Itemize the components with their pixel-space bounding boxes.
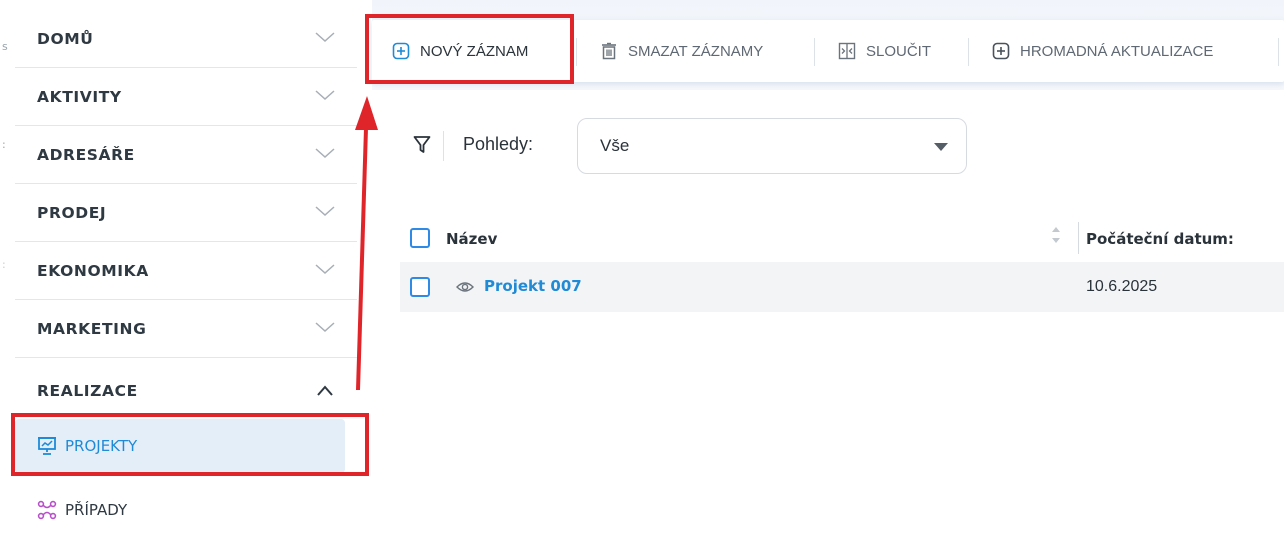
svg-text::: : — [2, 138, 6, 151]
merge-label: SLOUČIT — [866, 42, 932, 60]
new-record-label: NOVÝ ZÁZNAM — [420, 42, 529, 60]
chevron-down-icon — [315, 146, 335, 160]
sidebar-item-label: MARKETING — [37, 320, 147, 338]
sidebar-subitem-pripady[interactable]: PŘÍPADY — [15, 483, 345, 534]
sidebar-item-label: PRODEJ — [37, 204, 107, 222]
sidebar-item-prodej[interactable]: PRODEJ — [15, 184, 357, 242]
sidebar-item-label: AKTIVITY — [37, 88, 122, 106]
sidebar-subitem-label: PŘÍPADY — [65, 501, 128, 519]
sidebar-item-adresare[interactable]: ADRESÁŘE — [15, 126, 357, 184]
views-label: Pohledy: — [463, 134, 534, 154]
chevron-up-icon — [315, 384, 335, 398]
delete-records-button[interactable]: SMAZAT ZÁZNAMY — [600, 20, 763, 82]
delete-records-label: SMAZAT ZÁZNAMY — [628, 42, 764, 60]
views-select[interactable]: Vše — [577, 118, 967, 174]
column-header-name[interactable]: Název — [446, 230, 497, 248]
sidebar-item-realizace[interactable]: REALIZACE — [15, 362, 357, 420]
caret-down-icon — [934, 143, 948, 151]
toolbar: NOVÝ ZÁZNAM SMAZAT ZÁZNAMY SLOUČIT HROMA… — [372, 20, 1284, 82]
views-selected-value: Vše — [600, 136, 630, 155]
plus-square-icon — [992, 42, 1010, 60]
toolbar-divider — [814, 38, 815, 66]
bulk-update-button[interactable]: HROMADNÁ AKTUALIZACE — [992, 20, 1213, 82]
presentation-icon — [37, 436, 57, 456]
sidebar-item-label: DOMŮ — [37, 30, 94, 48]
toolbar-divider — [576, 38, 577, 66]
sidebar-item-aktivity[interactable]: AKTIVITY — [15, 68, 357, 126]
record-start-date: 10.6.2025 — [1086, 278, 1158, 295]
plus-square-icon — [392, 42, 410, 60]
select-all-checkbox[interactable] — [410, 228, 430, 248]
trash-icon — [602, 42, 616, 60]
sort-icon[interactable] — [1050, 224, 1062, 246]
chevron-down-icon — [315, 262, 335, 276]
sidebar-subitem-projekty[interactable]: PROJEKTY — [15, 419, 345, 473]
network-icon — [37, 500, 57, 520]
merge-icon — [838, 42, 856, 60]
sidebar-item-domu[interactable]: DOMŮ — [15, 10, 357, 68]
background-fragment: s : : — [2, 40, 8, 271]
chevron-down-icon — [315, 320, 335, 334]
column-divider — [1078, 222, 1079, 254]
sidebar-subitem-label: PROJEKTY — [65, 437, 138, 455]
merge-button[interactable]: SLOUČIT — [838, 20, 931, 82]
eye-icon[interactable] — [456, 279, 474, 295]
sidebar-item-ekonomika[interactable]: EKONOMIKA — [15, 242, 357, 300]
main-panel: NOVÝ ZÁZNAM SMAZAT ZÁZNAMY SLOUČIT HROMA… — [372, 0, 1284, 534]
sidebar-item-label: REALIZACE — [37, 382, 138, 400]
svg-text::: : — [2, 258, 6, 271]
svg-text:s: s — [2, 40, 8, 53]
filter-divider — [443, 131, 444, 161]
new-record-button[interactable]: NOVÝ ZÁZNAM — [392, 20, 528, 82]
row-checkbox[interactable] — [410, 277, 430, 297]
column-header-start-date[interactable]: Počáteční datum: — [1086, 230, 1234, 248]
sidebar-item-label: ADRESÁŘE — [37, 146, 135, 164]
bulk-update-label: HROMADNÁ AKTUALIZACE — [1020, 42, 1214, 60]
table-header: Název Počáteční datum: — [400, 218, 1284, 260]
app-window: s : : DOMŮ AKTIVITY ADRESÁŘE PRODEJ EKON… — [0, 0, 1284, 534]
toolbar-divider — [968, 38, 969, 66]
sidebar: s : : DOMŮ AKTIVITY ADRESÁŘE PRODEJ EKON… — [0, 0, 372, 534]
table-row[interactable]: Projekt 007 10.6.2025 — [400, 262, 1284, 312]
filter-icon[interactable] — [413, 135, 431, 155]
toolbar-divider — [1278, 38, 1279, 66]
chevron-down-icon — [315, 30, 335, 44]
sidebar-item-marketing[interactable]: MARKETING — [15, 300, 357, 358]
record-link[interactable]: Projekt 007 — [484, 277, 582, 295]
chevron-down-icon — [315, 88, 335, 102]
chevron-down-icon — [315, 204, 335, 218]
sidebar-item-label: EKONOMIKA — [37, 262, 149, 280]
